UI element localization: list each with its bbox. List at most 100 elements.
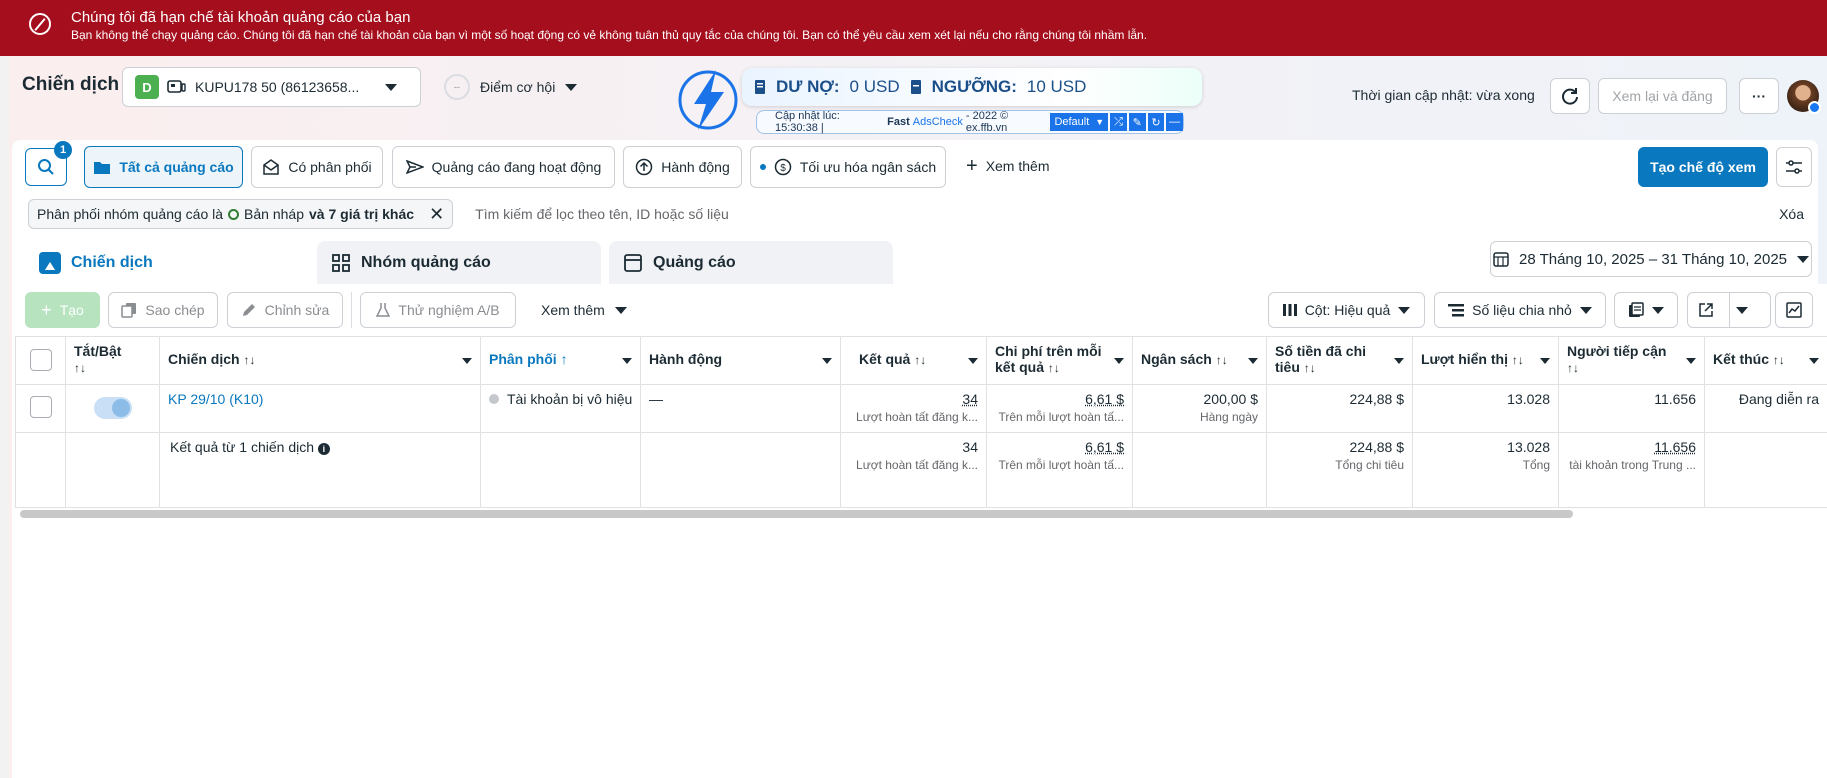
clear-filters-link[interactable]: Xóa	[1779, 206, 1804, 222]
col-campaign-label: Chiến dịch	[168, 351, 240, 367]
ab-test-button[interactable]: Thử nghiệm A/B	[360, 292, 516, 328]
duplicate-label: Sao chép	[145, 302, 205, 318]
col-reach[interactable]: Người tiếp cận ↑↓	[1558, 336, 1705, 385]
edit-icon[interactable]: ✎	[1128, 113, 1146, 131]
search-button[interactable]: 1	[25, 141, 72, 186]
row-checkbox[interactable]	[29, 396, 52, 418]
plus-icon: +	[966, 155, 978, 177]
campaign-name-link[interactable]: KP 29/10 (K10)	[168, 391, 263, 407]
select-all-cell	[15, 336, 66, 385]
chevron-down-icon	[1114, 358, 1124, 364]
charts-button[interactable]	[1775, 292, 1813, 328]
col-impressions[interactable]: Lượt hiển thị ↑↓	[1412, 336, 1559, 385]
account-name: KUPU178 50 (86123658...	[195, 79, 360, 95]
col-toggle[interactable]: Tắt/Bật ↑↓	[65, 336, 160, 385]
edit-button[interactable]: Chỉnh sửa	[227, 292, 343, 328]
col-campaign[interactable]: Chiến dịch ↑↓	[159, 336, 481, 385]
filter-optimize-budget[interactable]: $ Tối ưu hóa ngân sách	[750, 146, 946, 188]
ad-account-icon	[167, 80, 186, 93]
create-button[interactable]: + Tạo	[25, 292, 100, 328]
campaign-toggle[interactable]	[93, 397, 132, 419]
sort-icon: ↑↓	[1047, 361, 1060, 375]
actions-value: —	[649, 391, 663, 407]
document-icon	[910, 80, 921, 94]
filter-count-badge: 1	[54, 141, 72, 159]
minimize-icon[interactable]: —	[1166, 113, 1184, 131]
breakdown-button[interactable]: Số liệu chia nhỏ	[1434, 292, 1606, 328]
summary-spent-sub: Tổng chi tiêu	[1335, 458, 1404, 472]
sort-icon: ↑↓	[914, 353, 927, 367]
refresh-button[interactable]	[1550, 78, 1590, 114]
chip-prefix: Phân phối nhóm quảng cáo là	[37, 206, 224, 222]
tab-campaigns[interactable]: Chiến dịch	[25, 241, 309, 284]
tab-ads[interactable]: Quảng cáo	[609, 241, 893, 284]
col-budget[interactable]: Ngân sách ↑↓	[1132, 336, 1267, 385]
summary-impressions-sub: Tổng	[1522, 458, 1550, 472]
mail-open-icon	[263, 159, 280, 175]
filter-actions[interactable]: Hành động	[623, 146, 742, 188]
page-title: Chiến dịch	[22, 74, 120, 95]
line-chart-icon	[1786, 302, 1802, 318]
sort-icon: ↑↓	[74, 361, 86, 375]
shuffle-icon[interactable]: ⤮	[1110, 113, 1127, 131]
last-updated: Thời gian cập nhật: vừa xong	[1352, 87, 1535, 103]
preset-select[interactable]: Default ▼	[1050, 113, 1109, 131]
tab-campaigns-label: Chiến dịch	[71, 253, 153, 271]
col-ends[interactable]: Kết thúc ↑↓	[1704, 336, 1827, 385]
more-options-button[interactable]: ···	[1739, 78, 1779, 114]
columns-button[interactable]: Cột: Hiệu quả	[1268, 292, 1425, 328]
filter-all-ads-label: Tất cả quảng cáo	[119, 159, 234, 175]
create-view-button[interactable]: Tạo chế độ xem	[1638, 147, 1768, 187]
svg-text:$: $	[780, 163, 786, 174]
duplicate-button[interactable]: Sao chép	[108, 292, 218, 328]
filter-all-ads[interactable]: Tất cả quảng cáo	[84, 146, 243, 188]
filter-see-more[interactable]: + Xem thêm	[966, 155, 1050, 177]
tab-ads-label: Quảng cáo	[653, 253, 736, 271]
receipt-icon	[755, 80, 765, 94]
chip-suffix: và 7 giá trị khác	[309, 206, 415, 222]
summary-cost-sub: Trên mỗi lượt hoàn tấ...	[998, 458, 1124, 472]
col-results[interactable]: Kết quả ↑↓	[840, 336, 987, 385]
filter-search-input[interactable]: Tìm kiếm để lọc theo tên, ID hoặc số liệ…	[475, 206, 729, 222]
filter-has-delivery[interactable]: Có phân phối	[251, 146, 383, 188]
summary-spent: 224,88 $	[1349, 439, 1405, 455]
ab-test-label: Thử nghiệm A/B	[398, 302, 500, 318]
chevron-down-icon	[1394, 358, 1404, 364]
view-settings-button[interactable]	[1776, 147, 1812, 187]
chevron-down-icon	[622, 358, 632, 364]
filter-chip[interactable]: Phân phối nhóm quảng cáo là Bản nháp và …	[28, 199, 454, 229]
summary-results-sub: Lượt hoàn tất đăng k...	[856, 458, 978, 472]
columns-label: Cột: Hiệu quả	[1304, 302, 1391, 318]
col-delivery[interactable]: Phân phối ↑	[480, 336, 641, 385]
date-range-picker[interactable]: 28 Tháng 10, 2025 – 31 Tháng 10, 2025	[1490, 241, 1812, 277]
toolbar-more[interactable]: Xem thêm	[541, 302, 627, 318]
table-row[interactable]: KP 29/10 (K10) Tài khoản bị vô hiệu — 34…	[15, 384, 1827, 433]
summary-label: Kết quả từ 1 chiến dịch	[170, 439, 315, 455]
info-icon[interactable]: i	[317, 443, 330, 455]
close-icon[interactable]: ✕	[429, 204, 444, 225]
select-all-checkbox[interactable]	[29, 349, 52, 371]
reports-button[interactable]	[1614, 292, 1678, 328]
summary-reach-sub: tài khoản trong Trung ...	[1569, 458, 1696, 472]
col-cost-per-result[interactable]: Chi phí trên mỗi kết quả ↑↓	[986, 336, 1133, 385]
export-divider	[1729, 292, 1730, 328]
restriction-banner: Chúng tôi đã hạn chế tài khoản quảng cáo…	[9, 0, 1827, 56]
refresh-icon[interactable]: ↻	[1147, 113, 1165, 131]
breakdown-icon	[1448, 304, 1465, 317]
horizontal-scrollbar[interactable]	[20, 510, 1573, 518]
score-gauge: --	[444, 74, 470, 100]
tab-adsets[interactable]: Nhóm quảng cáo	[317, 241, 601, 284]
review-publish-button[interactable]: Xem lại và đăng	[1598, 78, 1727, 114]
profile-avatar[interactable]	[1787, 80, 1821, 114]
filter-active-ads[interactable]: Quảng cáo đang hoạt động	[392, 146, 615, 188]
chevron-down-icon	[462, 358, 472, 364]
opportunity-score[interactable]: -- Điểm cơ hội	[444, 74, 578, 100]
calendar-icon	[1493, 252, 1509, 267]
filter-actions-label: Hành động	[661, 159, 730, 175]
col-amount-spent[interactable]: Số tiền đã chi tiêu ↑↓	[1266, 336, 1413, 385]
lightning-logo-icon	[678, 70, 738, 130]
toolbar-divider	[351, 292, 352, 328]
account-selector[interactable]: D KUPU178 50 (86123658...	[122, 67, 421, 107]
send-icon	[405, 159, 424, 175]
col-actions[interactable]: Hành động	[640, 336, 841, 385]
